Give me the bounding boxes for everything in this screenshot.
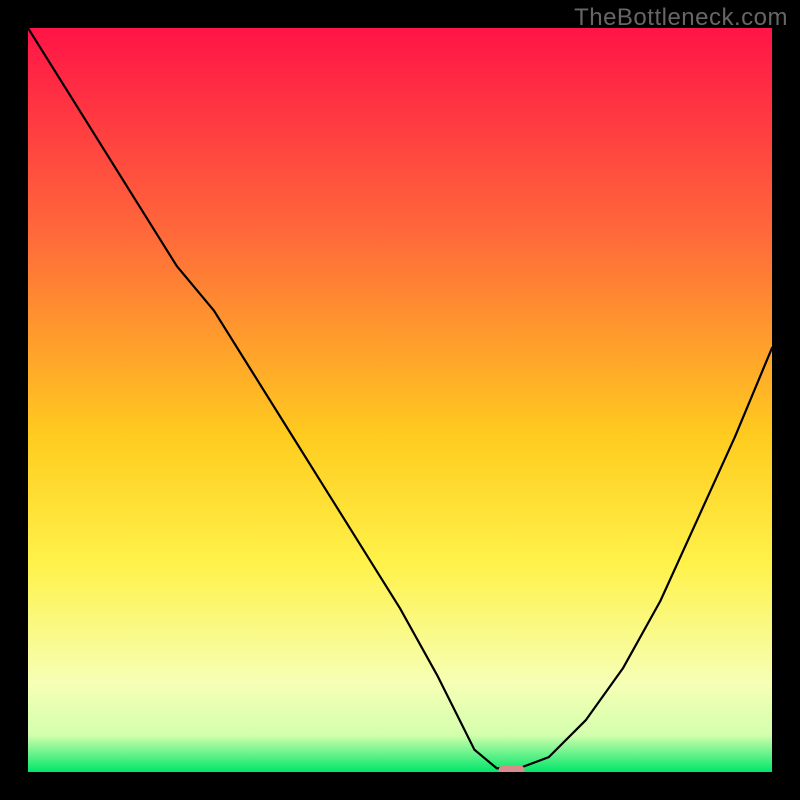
plot-area — [28, 28, 772, 772]
chart-svg — [28, 28, 772, 772]
watermark-text: TheBottleneck.com — [574, 4, 788, 32]
curve-marker — [499, 765, 525, 772]
chart-frame: TheBottleneck.com — [0, 0, 800, 800]
gradient-background — [28, 28, 772, 772]
